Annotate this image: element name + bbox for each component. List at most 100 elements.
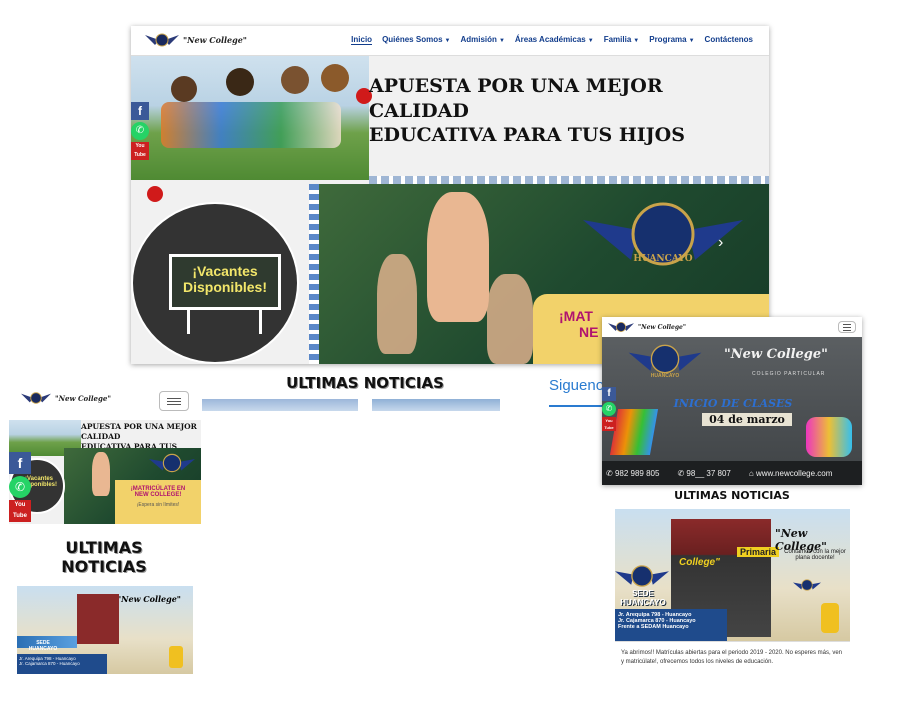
whatsapp-icon[interactable]: ✆ — [9, 476, 31, 498]
whatsapp-icon[interactable]: ✆ — [131, 122, 149, 140]
facebook-icon[interactable]: f — [602, 387, 616, 401]
vacantes-text: ¡Vacantes — [192, 263, 258, 279]
slider-next-icon[interactable]: › — [718, 234, 723, 252]
raised-hand — [427, 192, 489, 322]
nav-programa[interactable]: Programa ▼ — [649, 35, 694, 45]
hero-title-line: EDUCATIVA PARA TUS HIJOS — [369, 124, 685, 147]
sign-post — [187, 310, 190, 334]
inicio-clases-date: 04 de marzo — [702, 413, 792, 426]
phone-number: 982 989 805 — [614, 468, 660, 478]
nav-inicio[interactable]: Inicio — [351, 35, 373, 45]
student-head — [171, 76, 197, 102]
website-link[interactable]: ⌂ www.newcollege.com — [749, 469, 833, 478]
vacantes-sign: ¡Vacantes Disponibles! — [169, 254, 281, 310]
students-icon — [821, 603, 839, 633]
wings-crest-icon — [615, 565, 669, 587]
nav-contactenos[interactable]: Contáctenos — [705, 35, 753, 45]
primaria-sign: Primaria — [737, 547, 779, 557]
nav-areas-academicas[interactable]: Áreas Académicas ▼ — [515, 35, 594, 45]
mobile-logo[interactable]: "New College" — [21, 390, 111, 406]
caret-down-icon: ▼ — [587, 38, 594, 44]
inicio-clases-slide[interactable]: HUANCAYO "New College" COLEGIO PARTICULA… — [602, 337, 862, 485]
tablet-logo[interactable]: "New College" — [608, 320, 686, 334]
student-head — [281, 66, 309, 94]
desktop-logo[interactable]: "New College" — [145, 31, 247, 49]
header-subtitle: COLEGIO PARTICULAR — [752, 371, 826, 377]
mobile-hero-slider[interactable]: APUESTA POR UNA MEJOR CALIDAD EDUCATIVA … — [9, 420, 201, 524]
inicio-clases-title: INICIO DE CLASES — [673, 397, 793, 410]
sede-text: HUANCAYO — [28, 646, 58, 652]
raised-hand — [487, 274, 533, 364]
phone-contact[interactable]: ✆ 982 989 805 — [606, 469, 659, 478]
social-sidebar: f ✆ You Tube — [131, 102, 149, 160]
banner-text: NEW COLLEGE! — [134, 492, 182, 498]
hamburger-icon[interactable] — [838, 321, 856, 333]
card-tagline: Contamos con la mejor plana docente! — [784, 549, 846, 561]
tablet-screenshot: "New College" HUANCAYO "New College" COL… — [602, 317, 862, 485]
hero-title-line: APUESTA POR UNA MEJOR CALIDAD — [81, 422, 197, 441]
nav-label: Áreas Académicas — [514, 35, 586, 44]
sede-label: SEDE HUANCAYO — [23, 640, 63, 652]
nav-label: Admisión — [460, 35, 497, 44]
globe-icon: ⌂ — [748, 468, 756, 478]
tablet-news-image[interactable]: College" Primaria "New College" Contamos… — [615, 509, 850, 641]
caret-down-icon: ▼ — [444, 38, 451, 44]
social-sidebar: f ✆ You Tube — [9, 452, 31, 522]
tablet-news-heading: ULTIMAS NOTICIAS — [674, 489, 790, 502]
caret-down-icon: ▼ — [688, 38, 695, 44]
sede-text: HUANCAYO — [620, 598, 666, 607]
whatsapp-icon[interactable]: ✆ — [602, 402, 616, 416]
hero-title-line: APUESTA POR UNA MEJOR CALIDAD — [369, 75, 663, 122]
youtube-icon[interactable]: You Tube — [131, 142, 149, 160]
crest-logo — [149, 450, 195, 476]
wings-logo-icon — [608, 320, 634, 334]
logo-text: "New College" — [183, 35, 247, 45]
sede-text: SEDE — [632, 589, 654, 598]
desktop-news-heading: ULTIMAS NOTICIAS — [286, 374, 444, 392]
heading-line: ULTIMAS — [65, 538, 143, 557]
wings-crest-icon — [149, 453, 195, 473]
news-card-preview[interactable] — [202, 399, 358, 411]
desktop-navbar: "New College" Inicio Quiénes Somos ▼ Admi… — [131, 26, 769, 56]
phone-icon: ✆ — [606, 468, 615, 478]
desktop-screenshot: "New College" Inicio Quiénes Somos ▼ Admi… — [131, 26, 769, 364]
wings-crest-icon — [793, 579, 821, 591]
wings-logo-icon — [145, 31, 179, 49]
school-supplies — [806, 417, 852, 457]
mobile-news-card[interactable]: "New College" SEDE HUANCAYO Jr. Arequipa… — [17, 586, 193, 674]
mobile-news-heading: ULTIMAS NOTICIAS — [29, 538, 179, 576]
nav-admision[interactable]: Admisión ▼ — [460, 35, 504, 45]
wings-logo-icon — [21, 390, 51, 406]
college-sign: College" — [679, 557, 720, 568]
youtube-icon[interactable]: You Tube — [9, 500, 31, 522]
students-photo — [131, 56, 372, 202]
raised-hand — [92, 452, 110, 496]
sign-post — [259, 310, 262, 334]
student-head — [321, 64, 349, 92]
logo-text: "New College" — [55, 393, 111, 403]
phone-contact[interactable]: ✆ 98__ 37 807 — [677, 469, 730, 478]
phone-number: 98__ 37 807 — [686, 468, 731, 478]
crest-label: HUANCAYO — [633, 254, 693, 264]
stitched-border — [309, 184, 319, 364]
facebook-icon[interactable]: f — [131, 102, 149, 120]
divider — [615, 641, 850, 642]
contact-bar: ✆ 982 989 805 ✆ 98__ 37 807 ⌂ www.newcol… — [602, 461, 862, 485]
facebook-icon[interactable]: f — [9, 452, 31, 474]
nav-quienes-somos[interactable]: Quiénes Somos ▼ — [382, 35, 450, 45]
youtube-icon[interactable]: You Tube — [602, 417, 616, 431]
hamburger-icon[interactable] — [159, 391, 189, 411]
crest-label: HUANCAYO — [650, 373, 680, 379]
student-head — [226, 68, 254, 96]
website-text: www.newcollege.com — [755, 468, 833, 478]
sede-label: SEDE HUANCAYO — [617, 589, 669, 607]
news-card-preview[interactable] — [372, 399, 500, 411]
main-menu: Inicio Quiénes Somos ▼ Admisión ▼ Áreas Ac… — [351, 35, 753, 45]
school-building — [77, 594, 119, 644]
vacantes-text: Disponibles! — [182, 279, 267, 295]
follow-underline — [549, 405, 609, 407]
nav-familia[interactable]: Familia ▼ — [604, 35, 640, 45]
address-line: Jr. Cajamarca 870 - Huancayo — [19, 661, 80, 666]
school-supplies — [609, 409, 659, 455]
card-brand: "New College" — [117, 594, 181, 604]
